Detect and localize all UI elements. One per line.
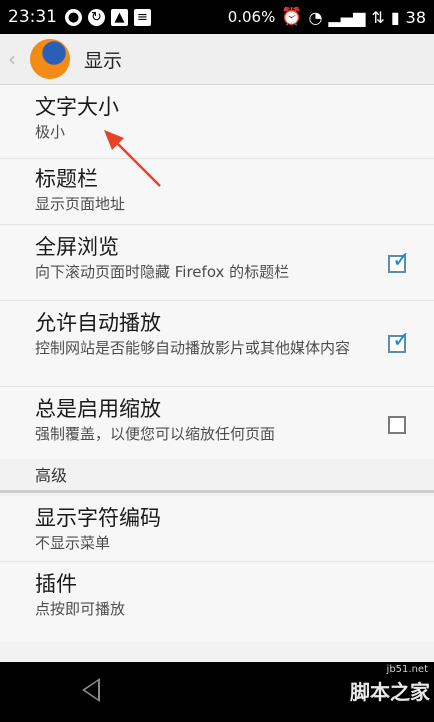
alarm-icon: ⏰ (281, 7, 303, 27)
network-icon: ⇅ (371, 7, 385, 27)
pref-title: 总是启用缩放 (35, 397, 161, 421)
status-time: 23:31 (8, 7, 57, 27)
watermark-url: jb51.net (386, 664, 428, 675)
nav-back-icon[interactable] (82, 678, 100, 702)
preference-list: 文字大小 极小 标题栏 显示页面地址 全屏浏览 向下滚动页面时隐藏 Firefo… (0, 85, 434, 459)
navigation-bar: jb51.net 脚本之家 (0, 662, 434, 722)
watermark: jb51.net 脚本之家 (350, 664, 430, 705)
pref-char-encoding[interactable]: 显示字符编码 不显示菜单 (0, 496, 434, 562)
firefox-logo-icon[interactable] (30, 39, 70, 79)
pref-summary: 向下滚动页面时隐藏 Firefox 的标题栏 (35, 263, 290, 281)
pref-title: 文字大小 (35, 95, 119, 119)
page-title: 显示 (84, 49, 123, 72)
section-header-advanced: 高级 (0, 459, 434, 493)
pref-summary: 极小 (35, 123, 66, 141)
annotation-arrow (104, 130, 161, 187)
watermark-text: 脚本之家 (350, 680, 430, 704)
back-chevron-icon[interactable]: ‹ (8, 47, 24, 71)
pref-autoplay[interactable]: 允许自动播放 控制网站是否能够自动播放影片或其他媒体内容 ✓ (0, 301, 434, 387)
pref-summary: 不显示菜单 (35, 534, 111, 552)
pref-title: 显示字符编码 (35, 506, 161, 530)
image-icon: ▲ (111, 8, 128, 26)
action-bar: ‹ 显示 (0, 34, 434, 85)
sync-icon: ↻ (88, 8, 105, 26)
pref-summary: 控制网站是否能够自动播放影片或其他媒体内容 (35, 339, 351, 357)
fullscreen-checkbox[interactable]: ✓ (388, 248, 410, 273)
signal-icon: ▂▄▆ (328, 7, 366, 27)
network-speed: 0.06% (227, 8, 276, 26)
pref-title-bar[interactable]: 标题栏 显示页面地址 (0, 159, 434, 225)
pref-title: 标题栏 (35, 167, 98, 191)
pref-summary: 点按即可播放 (35, 600, 126, 618)
wifi-icon: ◔ (308, 7, 323, 27)
autoplay-checkbox[interactable]: ✓ (388, 328, 410, 353)
battery-level: 38 (405, 7, 426, 27)
always-zoom-checkbox[interactable] (388, 416, 406, 434)
pref-title: 全屏浏览 (35, 235, 119, 259)
pref-title: 插件 (35, 572, 77, 596)
pref-fullscreen-browsing[interactable]: 全屏浏览 向下滚动页面时隐藏 Firefox 的标题栏 ✓ (0, 225, 434, 301)
pref-summary: 强制覆盖，以便您可以缩放任何页面 (35, 425, 276, 443)
pref-summary: 显示页面地址 (35, 195, 126, 213)
checkmark-icon: ✓ (392, 328, 411, 353)
status-bar: 23:31 ● ↻ ▲ ≡ 0.06% ⏰ ◔ ▂▄▆ ⇅ ▮ 38 (0, 0, 434, 34)
advanced-preference-list: 显示字符编码 不显示菜单 插件 点按即可播放 (0, 496, 434, 642)
battery-icon: ▮ (390, 7, 400, 27)
doc-icon: ≡ (134, 8, 151, 26)
pref-plugins[interactable]: 插件 点按即可播放 (0, 562, 434, 642)
pref-title: 允许自动播放 (35, 311, 161, 335)
pref-always-zoom[interactable]: 总是启用缩放 强制覆盖，以便您可以缩放任何页面 (0, 387, 434, 459)
checkmark-icon: ✓ (392, 248, 411, 273)
notification-icon: ● (65, 8, 82, 26)
pref-font-size[interactable]: 文字大小 极小 (0, 85, 434, 159)
